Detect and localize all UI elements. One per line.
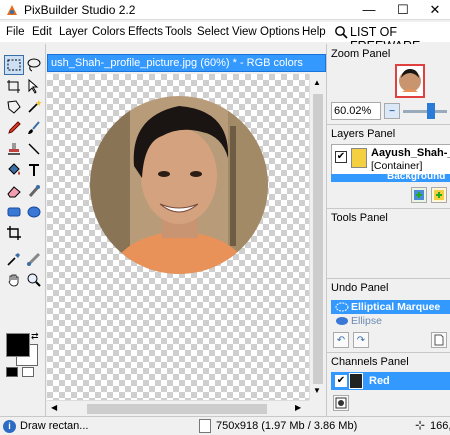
minimize-button[interactable]: — [352, 0, 386, 20]
gradient-tool[interactable] [24, 249, 44, 269]
status-bar: i Draw rectan... 750x918 (1.97 Mb / 3.86… [0, 416, 450, 435]
document-area: ush_Shah-_profile_picture.jpg (60%) * - … [47, 44, 326, 416]
eraser-tool[interactable] [4, 181, 24, 201]
rectangle-shape-tool[interactable] [4, 202, 24, 222]
search-icon[interactable] [334, 25, 348, 39]
horizontal-scroll-thumb[interactable] [87, 404, 267, 414]
red-channel-thumbnail [349, 373, 363, 389]
menu-effects[interactable]: Effects [128, 26, 163, 38]
zoom-tool[interactable] [24, 270, 44, 290]
paint-bucket-tool[interactable] [4, 160, 24, 180]
layer-visibility-checkbox[interactable]: ✔ [335, 151, 347, 163]
app-icon [7, 5, 17, 15]
pencil-tool[interactable] [4, 118, 24, 138]
quick-mask-icon[interactable] [22, 367, 34, 377]
magic-wand-tool[interactable] [24, 97, 44, 117]
menu-options[interactable]: Options [260, 26, 300, 38]
menu-colors[interactable]: Colors [92, 26, 125, 38]
hand-tool[interactable] [4, 270, 24, 290]
zoom-slider-thumb[interactable] [427, 103, 435, 119]
elliptical-marquee-icon [335, 302, 349, 312]
undo-button[interactable]: ↶ [333, 332, 349, 348]
scroll-down-arrow-icon[interactable]: ▼ [313, 386, 321, 395]
swap-colors-icon[interactable]: ⇄ [31, 331, 39, 342]
undo-panel-title: Undo Panel [331, 282, 389, 294]
scroll-right-arrow-icon[interactable]: ▶ [295, 403, 301, 412]
zoom-preview-thumbnail[interactable] [395, 64, 425, 98]
brush-tool[interactable] [24, 118, 44, 138]
zoom-out-button[interactable]: − [384, 103, 400, 119]
image-canvas[interactable] [47, 74, 309, 400]
menu-help[interactable]: Help [302, 26, 326, 38]
zoom-value-input[interactable]: 60.02% [331, 102, 381, 120]
zoom-panel-title: Zoom Panel [331, 48, 391, 60]
smudge-tool[interactable] [24, 181, 44, 201]
status-hint: Draw rectan... [20, 420, 89, 432]
menu-select[interactable]: Select [197, 26, 229, 38]
menu-edit[interactable]: Edit [32, 26, 52, 38]
close-button[interactable]: ✕ [418, 0, 450, 20]
vertical-scroll-thumb[interactable] [313, 94, 323, 384]
crop-tool[interactable] [4, 223, 24, 243]
text-tool[interactable] [24, 160, 44, 180]
menu-bar: File Edit Layer Colors Effects Tools Sel… [0, 22, 450, 53]
tools-panel-title: Tools Panel [331, 212, 388, 224]
clone-stamp-tool[interactable] [4, 139, 24, 159]
background-layer-name[interactable]: Background [387, 172, 445, 182]
vertical-scrollbar[interactable]: ▲ ▼ [309, 74, 326, 400]
redo-button[interactable]: ↷ [353, 332, 369, 348]
document-tab[interactable]: ush_Shah-_profile_picture.jpg (60%) * - … [47, 54, 326, 72]
ellipse-icon [336, 317, 348, 325]
info-icon: i [3, 420, 16, 433]
polygon-lasso-tool[interactable] [4, 97, 24, 117]
document-dimensions: 750x918 (1.97 Mb / 3.86 Mb) [216, 420, 358, 432]
new-document-from-state-icon[interactable] [431, 332, 447, 348]
channels-panel-title: Channels Panel [331, 356, 409, 368]
scroll-left-arrow-icon[interactable]: ◀ [51, 403, 57, 412]
menu-file[interactable]: File [6, 26, 25, 38]
new-layer-button[interactable] [411, 187, 427, 203]
title-bar: PixBuilder Studio 2.2 — ☐ ✕ [0, 0, 450, 20]
crop-select-tool[interactable] [4, 76, 24, 96]
channel-mask-button[interactable] [333, 395, 349, 411]
menu-layer[interactable]: Layer [59, 26, 88, 38]
toolbox: ⇄ [0, 44, 46, 416]
eyedropper-tool[interactable] [4, 249, 24, 269]
new-container-button[interactable] [431, 187, 447, 203]
profile-photo [90, 96, 268, 274]
layer-name[interactable]: Aayush_Shah-_p [371, 147, 450, 159]
move-tool[interactable] [24, 76, 44, 96]
window-title: PixBuilder Studio 2.2 [24, 3, 136, 17]
maximize-button[interactable]: ☐ [386, 0, 420, 20]
menu-view[interactable]: View [232, 26, 257, 38]
ellipse-shape-tool[interactable] [24, 202, 44, 222]
default-colors-icon[interactable] [6, 367, 18, 377]
document-size-icon [199, 419, 211, 433]
layers-panel-title: Layers Panel [331, 128, 396, 140]
rect-marquee-tool[interactable] [4, 55, 24, 75]
right-panels: Zoom Panel 60.02% − Layers Panel ✔ Aayus… [326, 44, 450, 416]
line-tool[interactable] [24, 139, 44, 159]
cursor-position-icon: ⊹ [415, 418, 426, 432]
zoom-slider-track[interactable] [403, 110, 447, 113]
layer-type-label: [Container] [371, 160, 423, 172]
channel-visibility-checkbox[interactable]: ✔ [335, 375, 347, 387]
horizontal-scrollbar[interactable]: ◀ ▶ [47, 400, 309, 416]
scroll-up-arrow-icon[interactable]: ▲ [313, 78, 321, 87]
cursor-coordinates: 166, [430, 420, 450, 432]
foreground-color-swatch-front[interactable] [6, 333, 30, 357]
lasso-tool[interactable] [24, 55, 44, 75]
container-layer-icon [351, 148, 367, 168]
menu-tools[interactable]: Tools [165, 26, 192, 38]
